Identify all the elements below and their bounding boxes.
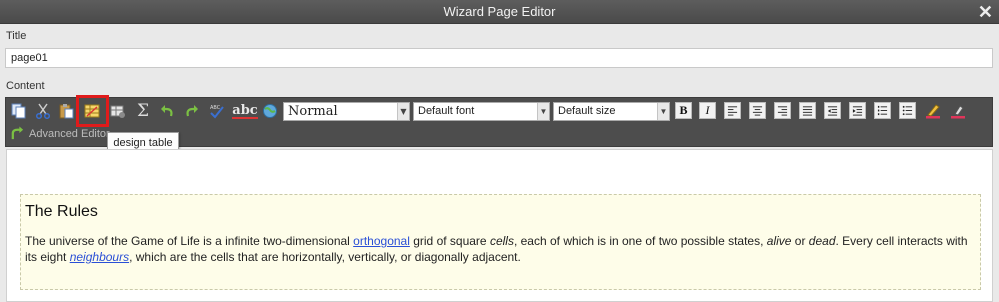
redo-icon[interactable] bbox=[182, 101, 202, 121]
rules-heading: The Rules bbox=[25, 203, 98, 220]
font-value: Default font bbox=[418, 105, 475, 117]
indent-icon bbox=[852, 106, 863, 116]
close-icon[interactable]: ✕ bbox=[978, 0, 993, 24]
align-justify-button[interactable] bbox=[799, 102, 816, 119]
outdent-button[interactable] bbox=[824, 102, 841, 119]
neighbours-link[interactable]: neighbours bbox=[70, 250, 129, 264]
title-input[interactable] bbox=[5, 48, 993, 68]
rules-em-alive: alive bbox=[766, 234, 792, 248]
spelling-abc-label: abc bbox=[232, 102, 258, 119]
font-size-select[interactable]: Default size ▼ bbox=[553, 102, 670, 121]
rules-text-2: grid of square bbox=[409, 234, 490, 248]
text-color-icon[interactable] bbox=[923, 101, 943, 121]
advanced-editor-label: Advanced Editor bbox=[29, 127, 110, 140]
spellcheck-icon[interactable]: ABC bbox=[207, 101, 227, 121]
align-justify-icon bbox=[802, 106, 813, 116]
paragraph-style-value: Normal bbox=[288, 104, 338, 119]
italic-button[interactable]: I bbox=[699, 102, 716, 119]
align-left-icon bbox=[727, 106, 738, 116]
bullet-list-button[interactable] bbox=[899, 102, 916, 119]
numbered-list-button[interactable] bbox=[874, 102, 891, 119]
align-right-icon bbox=[777, 106, 788, 116]
rules-text-3: , each of which is in one of two possibl… bbox=[513, 234, 767, 248]
paste-icon[interactable] bbox=[57, 101, 77, 121]
bullet-list-icon bbox=[902, 105, 913, 116]
rules-text-6: , which are the cells that are horizonta… bbox=[129, 250, 521, 264]
title-label: Title bbox=[6, 30, 27, 42]
indent-button[interactable] bbox=[849, 102, 866, 119]
rules-section[interactable]: The Rules The universe of the Game of Li… bbox=[20, 194, 981, 290]
chevron-down-icon: ▼ bbox=[397, 103, 409, 120]
orthogonal-link[interactable]: orthogonal bbox=[353, 234, 410, 248]
advanced-editor-arrow-icon bbox=[11, 126, 24, 140]
design-table-icon[interactable] bbox=[82, 101, 102, 121]
content-label: Content bbox=[6, 80, 45, 92]
numbered-list-icon bbox=[877, 105, 888, 116]
rules-text-4: or bbox=[791, 234, 809, 248]
align-center-icon bbox=[752, 106, 763, 116]
rules-em-cells: cells bbox=[489, 234, 514, 248]
rules-paragraph: The universe of the Game of Life is a in… bbox=[25, 233, 976, 265]
globe-icon[interactable] bbox=[260, 101, 280, 121]
svg-text:ABC: ABC bbox=[210, 105, 221, 111]
insert-table-icon[interactable] bbox=[108, 101, 128, 121]
font-select[interactable]: Default font ▼ bbox=[413, 102, 550, 121]
rules-text-1: The universe of the Game of Life is a in… bbox=[25, 234, 354, 248]
window-title: Wizard Page Editor bbox=[443, 4, 556, 19]
chevron-down-icon: ▼ bbox=[537, 103, 549, 120]
outdent-icon bbox=[827, 106, 838, 116]
copy-icon[interactable] bbox=[9, 101, 29, 121]
highlight-color-icon[interactable] bbox=[948, 101, 968, 121]
align-center-button[interactable] bbox=[749, 102, 766, 119]
rules-em-dead: dead bbox=[808, 234, 836, 248]
bold-button[interactable]: B bbox=[675, 102, 692, 119]
spelling-abc-icon[interactable]: abc bbox=[232, 101, 258, 121]
advanced-editor-button[interactable]: Advanced Editor bbox=[10, 126, 110, 141]
cut-icon[interactable] bbox=[33, 101, 53, 121]
align-right-button[interactable] bbox=[774, 102, 791, 119]
sum-icon[interactable]: Σ bbox=[133, 101, 153, 121]
align-left-button[interactable] bbox=[724, 102, 741, 119]
content-editor[interactable]: The Rules The universe of the Game of Li… bbox=[6, 149, 993, 302]
window-titlebar: Wizard Page Editor ✕ bbox=[0, 0, 999, 24]
chevron-down-icon: ▼ bbox=[657, 103, 669, 120]
paragraph-style-select[interactable]: Normal ▼ bbox=[283, 102, 410, 121]
undo-icon[interactable] bbox=[157, 101, 177, 121]
font-size-value: Default size bbox=[558, 105, 616, 117]
